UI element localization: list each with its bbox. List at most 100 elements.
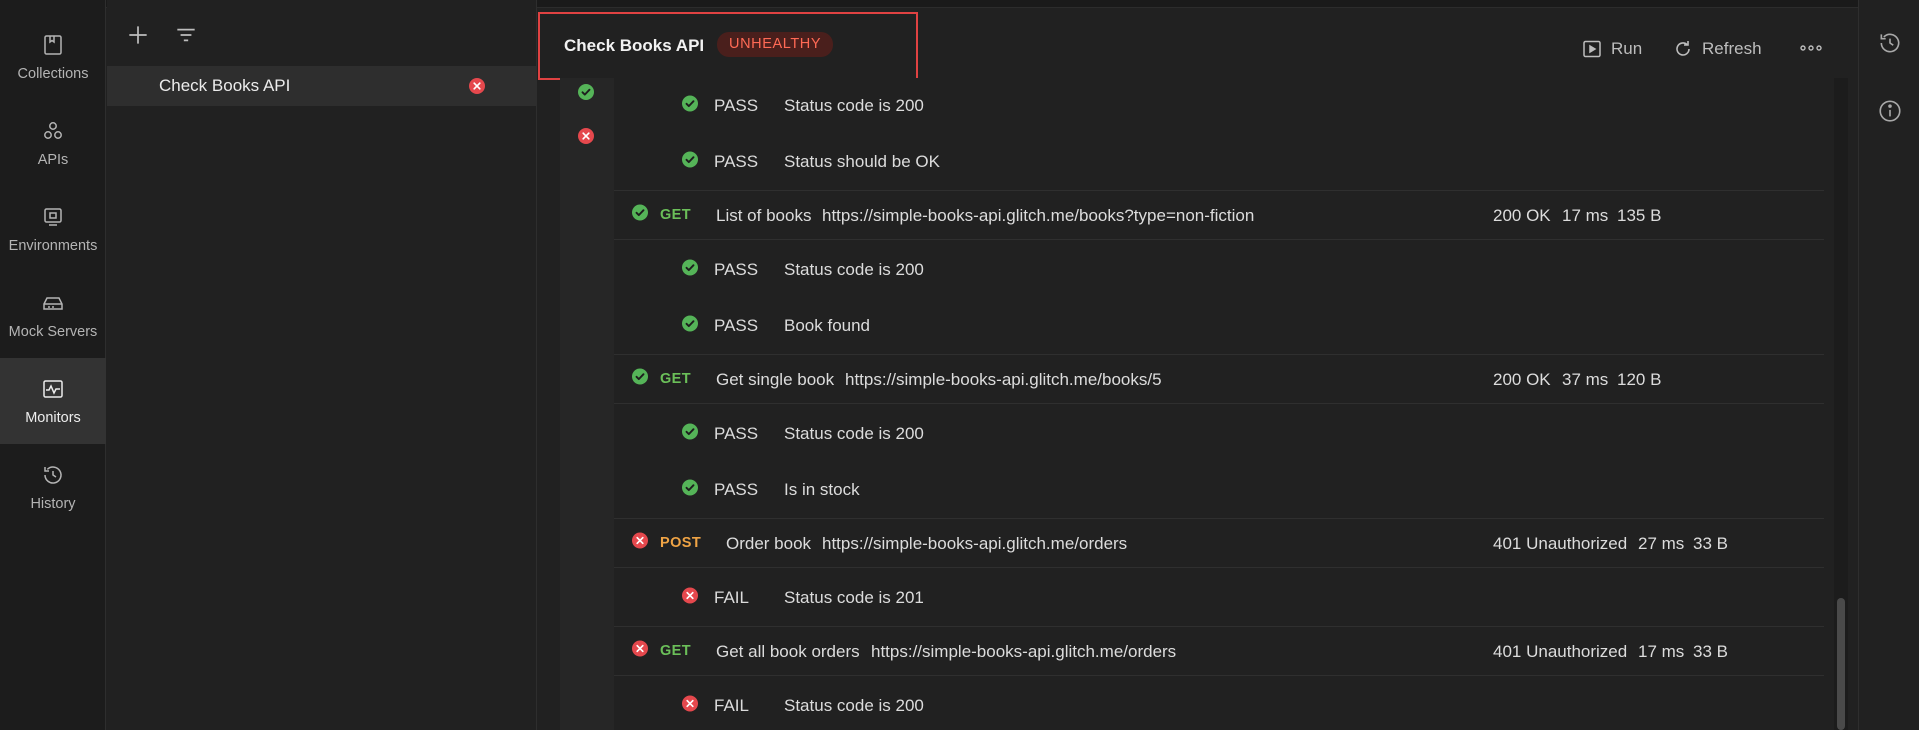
postman-app: Collections APIs Environments Mock Serve… [0, 0, 1919, 730]
test-name: Status code is 200 [784, 424, 924, 443]
response-size: 33 B [1693, 642, 1728, 661]
response-size: 120 B [1617, 370, 1662, 389]
test-outcome: FAIL [714, 588, 749, 607]
results-list: PASS Status code is 200 PASS Status should … [614, 78, 1824, 730]
fail-status-icon[interactable] [578, 128, 594, 149]
rail-item-environments[interactable]: Environments [0, 186, 106, 272]
response-time: 17 ms [1562, 206, 1609, 225]
test-outcome: FAIL [714, 696, 749, 715]
pass-status-icon [682, 151, 698, 173]
fail-status-icon [469, 78, 485, 99]
rail-item-monitors[interactable]: Monitors [0, 358, 106, 444]
test-outcome: PASS [714, 96, 759, 115]
rail-item-label: Environments [8, 237, 98, 254]
test-outcome: PASS [714, 152, 759, 171]
test-outcome: PASS [714, 260, 759, 279]
test-outcome: PASS [714, 316, 759, 335]
plus-icon[interactable] [125, 22, 151, 48]
request-url: https://simple-books-api.glitch.me/order… [822, 534, 1128, 553]
history-icon [44, 465, 62, 484]
request-name: Get all book orders [716, 642, 860, 661]
monitors-sidebar: Check Books API [107, 0, 537, 730]
test-name: Status code is 200 [784, 260, 924, 279]
response-code: 200 OK [1493, 206, 1551, 225]
monitor-detail: Check Books API UNHEALTHY Run Refresh PA… [538, 0, 1858, 730]
test-row: PASS Status code is 200 [614, 78, 1824, 134]
test-name: Status should be OK [784, 152, 940, 171]
collections-icon [44, 34, 62, 55]
test-row: PASS Status code is 200 [614, 406, 1824, 462]
response-time: 17 ms [1638, 642, 1685, 661]
results-scrollbar[interactable] [1834, 78, 1848, 730]
mock-servers-icon [43, 296, 63, 310]
history-icon[interactable] [1877, 30, 1903, 56]
refresh-button[interactable]: Refresh [1673, 39, 1762, 59]
response-code: 401 Unauthorized [1493, 642, 1628, 661]
sidebar-item-label: Check Books API [159, 76, 291, 95]
run-timeline [560, 78, 614, 730]
rail-item-label: Collections [17, 65, 89, 82]
run-button[interactable]: Run [1582, 39, 1642, 59]
rail-item-mock-servers[interactable]: Mock Servers [0, 272, 106, 358]
pass-status-icon [682, 479, 698, 501]
request-url: https://simple-books-api.glitch.me/order… [871, 642, 1177, 661]
response-time: 37 ms [1562, 370, 1609, 389]
run-label: Run [1611, 39, 1643, 58]
page-title: Check Books API [564, 36, 705, 55]
test-row: PASS Status should be OK [614, 134, 1824, 190]
http-method: GET [660, 643, 692, 659]
test-row: PASS Status code is 200 [614, 242, 1824, 298]
filter-icon[interactable] [173, 22, 199, 48]
rail-item-collections[interactable]: Collections [0, 14, 106, 100]
request-row[interactable]: POST Order book https://simple-books-api.g… [614, 518, 1824, 568]
left-nav-rail: Collections APIs Environments Mock Serve… [0, 0, 106, 730]
test-row: PASS Is in stock [614, 462, 1824, 518]
request-url: https://simple-books-api.glitch.me/books… [845, 370, 1162, 389]
http-method: GET [660, 207, 692, 223]
title-highlight-box: Check Books API UNHEALTHY [538, 12, 918, 80]
environments-icon [44, 207, 62, 226]
rail-item-apis[interactable]: APIs [0, 100, 106, 186]
test-name: Book found [784, 316, 871, 335]
response-code: 401 Unauthorized [1493, 534, 1628, 553]
sidebar-item-check-books-api[interactable]: Check Books API [107, 66, 537, 106]
fail-status-icon [682, 587, 698, 609]
more-icon[interactable] [1800, 44, 1831, 52]
run-icon [1583, 40, 1601, 58]
fail-status-icon [682, 695, 698, 717]
http-method: GET [660, 371, 692, 387]
right-rail [1858, 0, 1919, 730]
request-name: List of books [716, 206, 812, 225]
info-icon[interactable] [1877, 98, 1903, 124]
test-name: Is in stock [784, 480, 860, 499]
rail-item-history[interactable]: History [0, 444, 106, 530]
apis-icon [44, 121, 62, 139]
fail-status-icon [632, 640, 648, 662]
request-row[interactable]: GET Get single book https://simple-books-a… [614, 354, 1824, 404]
pass-status-icon [682, 315, 698, 337]
test-outcome: PASS [714, 424, 759, 443]
scrollbar-thumb[interactable] [1837, 598, 1845, 730]
status-badge: UNHEALTHY [717, 32, 834, 57]
rail-item-label: Monitors [25, 409, 81, 426]
test-name: Status code is 201 [784, 588, 924, 607]
pass-status-icon [632, 204, 648, 226]
http-method: POST [660, 535, 702, 551]
pass-status-icon [632, 368, 648, 390]
test-row: FAIL Status code is 201 [614, 570, 1824, 626]
pass-status-icon [682, 423, 698, 445]
test-name: Status code is 200 [784, 96, 924, 115]
pass-status-icon[interactable] [578, 84, 594, 105]
test-outcome: PASS [714, 480, 759, 499]
rail-item-label: History [30, 495, 76, 512]
monitors-icon [43, 379, 63, 398]
request-row[interactable]: GET List of books https://simple-books-api… [614, 190, 1824, 240]
pass-status-icon [682, 259, 698, 281]
rail-item-label: Mock Servers [8, 323, 98, 340]
request-name: Order book [726, 534, 812, 553]
sidebar-toolbar [107, 0, 537, 64]
monitor-header: Check Books API UNHEALTHY Run Refresh [538, 12, 1858, 80]
request-name: Get single book [716, 370, 835, 389]
refresh-icon [1676, 41, 1690, 56]
request-row[interactable]: GET Get all book orders https://simple-boo… [614, 626, 1824, 676]
